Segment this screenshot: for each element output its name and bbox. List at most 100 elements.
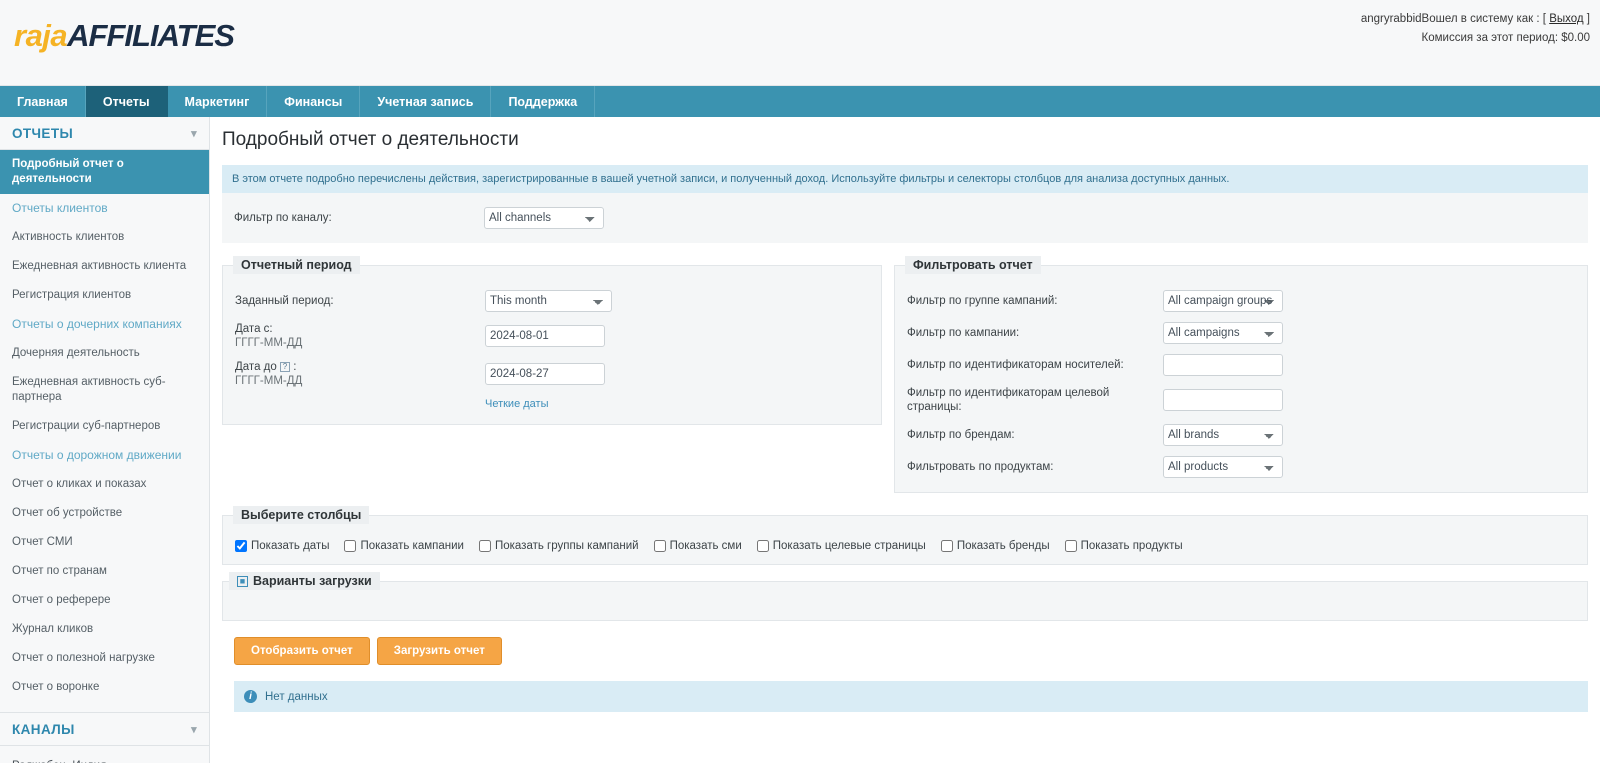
sidebar-item-device-report[interactable]: Отчет об устройстве: [0, 499, 209, 528]
checkbox-show-campaign-groups-input[interactable]: [478, 540, 491, 552]
clear-dates-link[interactable]: Четкие даты: [485, 398, 549, 410]
nav-item-home[interactable]: Главная: [0, 86, 86, 117]
filter-brands-label: Фильтр по брендам:: [907, 429, 1015, 441]
sidebar-item-daily-subaffiliate-activity[interactable]: Ежедневная активность суб-партнера: [0, 368, 209, 412]
filter-campaign-group-select[interactable]: All campaign groups: [1163, 290, 1283, 312]
filter-media-ids-label: Фильтр по идентификаторам носителей:: [907, 359, 1124, 371]
select-columns-panel: Выберите столбцы Показать даты Показать …: [222, 506, 1588, 565]
checkbox-show-media-input[interactable]: [653, 540, 666, 552]
chevron-down-icon: ▾: [191, 128, 197, 140]
sidebar-item-payload-report[interactable]: Отчет о полезной нагрузке: [0, 644, 209, 673]
date-to-label-inner: Дата до: [235, 361, 277, 373]
channel-filter-panel: Фильтр по каналу: All channels: [222, 193, 1588, 243]
sidebar-item-daily-customer-activity[interactable]: Ежедневная активность клиента: [0, 252, 209, 281]
checkbox-show-media[interactable]: Показать сми: [653, 540, 742, 552]
sidebar-item-customer-activity[interactable]: Активность клиентов: [0, 223, 209, 252]
checkbox-show-media-label: Показать сми: [669, 540, 742, 552]
filter-campaign-select[interactable]: All campaigns: [1163, 322, 1283, 344]
site-logo[interactable]: rajaAFFILIATES: [14, 18, 235, 53]
nav-item-reports[interactable]: Отчеты: [85, 86, 168, 117]
sidebar-item-funnel-report[interactable]: Отчет о воронке: [0, 673, 209, 702]
channel-filter-label: Фильтр по каналу:: [234, 212, 332, 224]
download-options-legend[interactable]: ■ Варианты загрузки: [229, 572, 380, 590]
filter-report-legend: Фильтровать отчет: [905, 256, 1041, 274]
nav-item-support[interactable]: Поддержка: [491, 86, 596, 117]
checkbox-show-dates-label: Показать даты: [251, 540, 330, 552]
preset-period-select[interactable]: This month: [485, 290, 612, 312]
download-options-label: Варианты загрузки: [253, 574, 372, 588]
logout-link[interactable]: Выход: [1549, 13, 1583, 25]
download-report-button[interactable]: Загрузить отчет: [376, 637, 502, 665]
filter-products-select[interactable]: All products: [1163, 456, 1283, 478]
date-to-format: ГГГГ-ММ-ДД: [235, 375, 303, 387]
sidebar-section-channels[interactable]: КАНАЛЫ ▾: [0, 712, 209, 746]
sidebar-group-subaffiliate-reports[interactable]: Отчеты о дочерних компаниях: [0, 310, 209, 339]
checkbox-show-campaigns-input[interactable]: [344, 540, 357, 552]
help-icon[interactable]: ?: [279, 361, 290, 372]
commission-line: Комиссия за этот период: $0.00: [1421, 32, 1590, 44]
page-title: Подробный отчет о деятельности: [222, 129, 519, 150]
sidebar-section-reports[interactable]: ОТЧЕТЫ ▾: [0, 117, 209, 150]
checkbox-show-products-input[interactable]: [1064, 540, 1077, 552]
filter-brands-select[interactable]: All brands: [1163, 424, 1283, 446]
checkbox-show-brands-label: Показать бренды: [956, 540, 1050, 552]
download-options-panel[interactable]: ■ Варианты загрузки: [222, 572, 1588, 621]
sidebar-item-subaffiliate-registrations[interactable]: Регистрации суб-партнеров: [0, 412, 209, 441]
date-to-input[interactable]: [485, 363, 605, 385]
sidebar-reports-label: ОТЧЕТЫ: [12, 126, 74, 141]
info-icon: i: [244, 690, 257, 703]
sidebar-item-click-log[interactable]: Журнал кликов: [0, 615, 209, 644]
sidebar-item-referrer-report[interactable]: Отчет о реферере: [0, 586, 209, 615]
logo-text-affiliates: AFFILIATES: [67, 18, 235, 53]
sidebar-item-detailed-activity-report[interactable]: Подробный отчет о деятельности: [0, 150, 209, 194]
sidebar: ОТЧЕТЫ ▾ Подробный отчет о деятельности …: [0, 117, 210, 763]
logged-in-text: angryrabbidВошел в систему как : [: [1360, 13, 1550, 25]
nav-item-marketing[interactable]: Маркетинг: [168, 86, 268, 117]
chevron-down-icon: ▾: [191, 724, 197, 736]
top-header: rajaAFFILIATES angryrabbidВошел в систем…: [0, 0, 1600, 86]
checkbox-show-dates[interactable]: Показать даты: [235, 540, 329, 552]
logo-text-raja: raja: [14, 18, 68, 53]
checkbox-show-landing-pages[interactable]: Показать целевые страницы: [756, 540, 926, 552]
main-content: Подробный отчет о деятельности В этом от…: [210, 117, 1600, 763]
reporting-period-panel: Отчетный период Заданный период: This mo…: [222, 256, 882, 425]
checkbox-show-products-label: Показать продукты: [1080, 540, 1183, 552]
date-to-label-suffix: :: [293, 361, 297, 373]
nav-item-finance[interactable]: Финансы: [267, 86, 361, 117]
checkbox-show-campaign-groups-label: Показать группы кампаний: [494, 540, 639, 552]
checkbox-show-products[interactable]: Показать продукты: [1064, 540, 1183, 552]
sidebar-item-customer-registration[interactable]: Регистрация клиентов: [0, 281, 209, 310]
filter-media-ids-input[interactable]: [1163, 354, 1283, 376]
sidebar-item-clicks-impressions-report[interactable]: Отчет о кликах и показах: [0, 470, 209, 499]
filter-landing-page-ids-label: Фильтр по идентификаторам целевой страни…: [907, 387, 1110, 413]
checkbox-show-dates-input[interactable]: [235, 540, 247, 552]
checkbox-show-campaign-groups[interactable]: Показать группы кампаний: [478, 540, 639, 552]
preset-period-label: Заданный период:: [235, 295, 334, 307]
sidebar-item-country-report[interactable]: Отчет по странам: [0, 557, 209, 586]
filter-campaign-label: Фильтр по кампании:: [907, 327, 1020, 339]
filter-products-label: Фильтровать по продуктам:: [907, 461, 1054, 473]
channel-filter-select[interactable]: All channels: [484, 207, 604, 229]
show-report-button[interactable]: Отобразить отчет: [234, 637, 370, 665]
date-to-label: Дата до ? : ГГГГ-ММ-ДД: [223, 360, 485, 388]
page-layout: ОТЧЕТЫ ▾ Подробный отчет о деятельности …: [0, 117, 1600, 763]
sidebar-item-subaffiliate-activity[interactable]: Дочерняя деятельность: [0, 339, 209, 368]
date-from-input[interactable]: [485, 325, 605, 347]
sidebar-group-customer-reports[interactable]: Отчеты клиентов: [0, 194, 209, 223]
checkbox-show-campaigns[interactable]: Показать кампании: [344, 540, 464, 552]
no-data-banner: i Нет данных: [234, 681, 1588, 712]
checkbox-show-brands[interactable]: Показать бренды: [940, 540, 1050, 552]
report-description-banner: В этом отчете подробно перечислены дейст…: [222, 165, 1588, 193]
date-from-label: Дата с: ГГГГ-ММ-ДД: [223, 322, 485, 350]
reporting-period-legend: Отчетный период: [233, 256, 360, 274]
expand-icon[interactable]: ■: [237, 575, 248, 587]
date-to-label-text: Дата до ? :: [235, 360, 485, 374]
nav-item-account[interactable]: Учетная запись: [360, 86, 492, 117]
checkbox-show-brands-input[interactable]: [940, 540, 953, 552]
select-columns-legend: Выберите столбцы: [233, 506, 370, 524]
column-checkbox-row: Показать даты Показать кампании Показать…: [223, 540, 1587, 552]
sidebar-item-media-report[interactable]: Отчет СМИ: [0, 528, 209, 557]
sidebar-group-traffic-reports[interactable]: Отчеты о дорожном движении: [0, 441, 209, 470]
checkbox-show-landing-pages-input[interactable]: [756, 540, 769, 552]
filter-landing-page-ids-input[interactable]: [1163, 389, 1283, 411]
